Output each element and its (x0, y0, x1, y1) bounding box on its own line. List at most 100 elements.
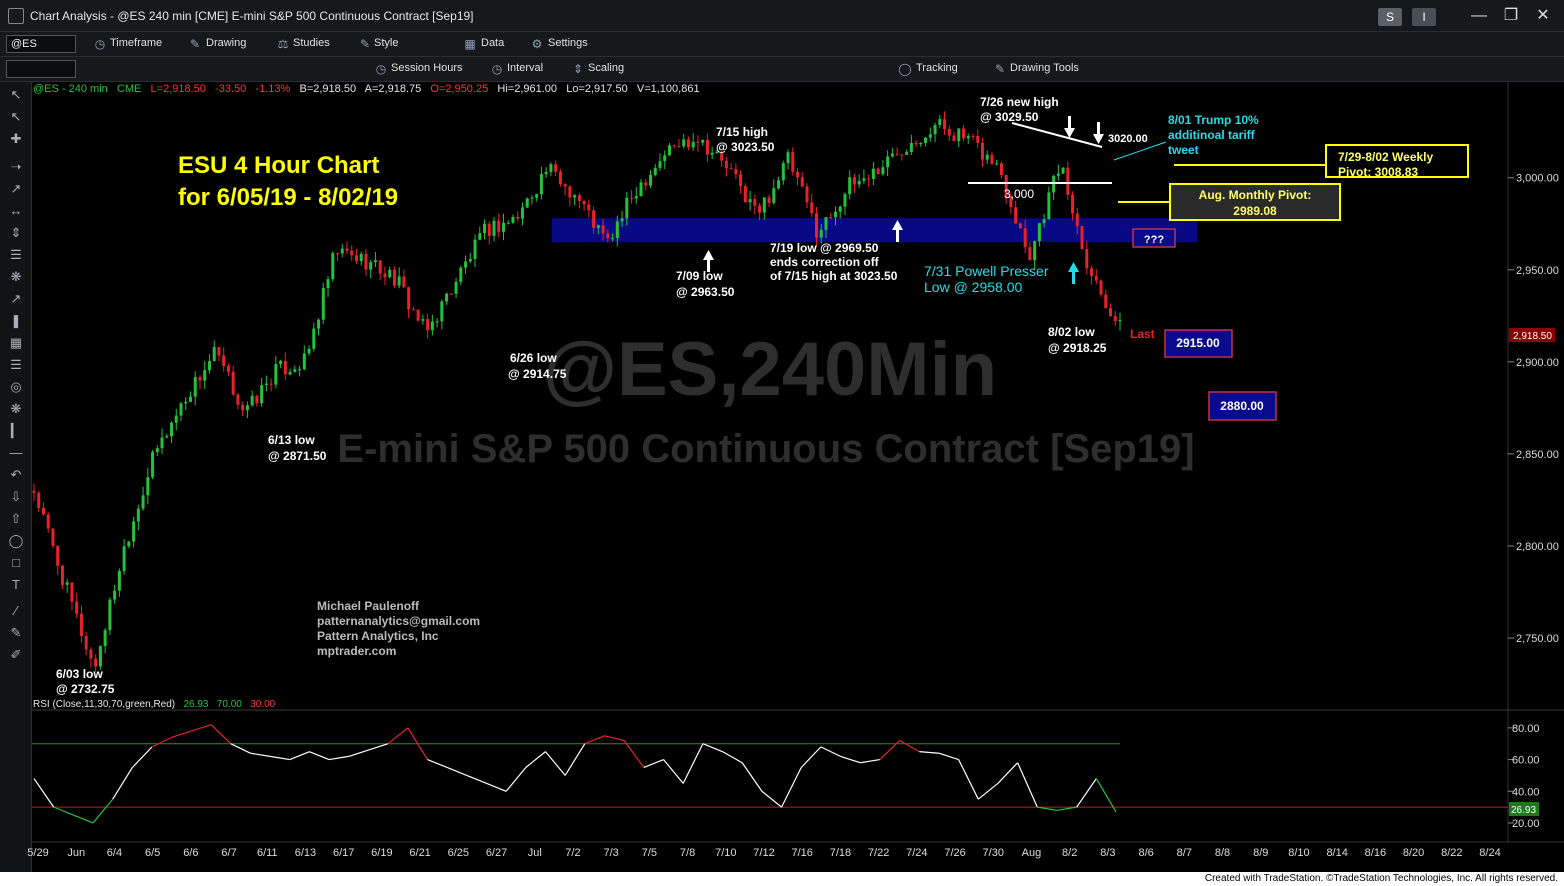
candle-body (98, 646, 102, 667)
candle-body (857, 180, 861, 185)
label-3020: 3020.00 (1108, 133, 1148, 145)
candle-body (1061, 167, 1065, 174)
price-tick-label: 2,850.00 (1516, 449, 1559, 461)
candle-body (938, 119, 942, 125)
resistance-trendline (1011, 122, 1103, 148)
rsi-segment (387, 727, 409, 745)
rsi-segment (466, 774, 487, 784)
candle-body (46, 514, 50, 529)
candle-body (1023, 228, 1027, 248)
date-axis: 5/29 Jun 6/4 6/5 6/6 6/7 6/11 6/13 6/17 6/19 6/21 6… (27, 847, 1500, 859)
price-tick-label: 2,950.00 (1516, 265, 1559, 277)
candle-body (696, 141, 700, 143)
candle-body (729, 168, 733, 170)
rsi-segment (210, 724, 232, 745)
candle-body (705, 139, 709, 155)
candle-body (1099, 280, 1103, 295)
candle-body (525, 198, 529, 208)
label-low-0719a: 7/19 low @ 2969.50 (770, 241, 879, 255)
candle-body (51, 528, 55, 546)
candle-body (260, 385, 264, 404)
candle-body (819, 229, 823, 238)
candle-body (1071, 194, 1075, 214)
candle-body (554, 164, 558, 172)
candle-body (56, 545, 60, 566)
rsi-segment (800, 746, 822, 768)
candle-body (630, 197, 634, 199)
candle-body (615, 221, 619, 239)
candle-body (373, 260, 377, 263)
label-low-0626b: @ 2914.75 (508, 367, 567, 381)
target-label-2880: 2880.00 (1220, 399, 1264, 413)
candle-body (288, 371, 292, 375)
candle-body (800, 177, 804, 187)
candle-body (876, 168, 880, 175)
weekly-pivot-b: Pivot: 3008.83 (1338, 165, 1418, 179)
candle-body (862, 178, 866, 181)
candle-body (592, 210, 596, 228)
candle-body (829, 217, 833, 219)
candle-body (188, 396, 192, 402)
rsi-segment (899, 740, 920, 753)
candle-body (454, 281, 458, 294)
date-tick-label: 6/5 (145, 847, 160, 859)
candle-body (65, 582, 69, 585)
date-tick-label: 6/7 (221, 847, 236, 859)
rsi-segment (33, 778, 55, 808)
candle-body (468, 259, 472, 262)
candle-body (905, 152, 909, 155)
candle-body (136, 508, 140, 522)
label-low-0613a: 6/13 low (268, 433, 315, 447)
candle-body (317, 319, 321, 329)
date-tick-label: 8/22 (1441, 847, 1462, 859)
candle-body (193, 377, 197, 397)
candle-body (345, 248, 349, 251)
candle-body (914, 142, 918, 145)
candle-body (449, 293, 453, 295)
date-tick-label: 7/16 (791, 847, 812, 859)
candle-body (781, 163, 785, 181)
candle-body (336, 253, 340, 255)
candle-body (426, 319, 430, 331)
candle-body (734, 169, 738, 175)
candle-body (985, 154, 989, 160)
rsi-segment (741, 762, 763, 792)
date-tick-label: 6/13 (295, 847, 316, 859)
date-tick-label: 7/10 (715, 847, 736, 859)
date-tick-label: 6/6 (183, 847, 198, 859)
candle-body (274, 364, 278, 385)
rsi-segment (368, 743, 389, 751)
candle-body (369, 262, 373, 270)
candle-body (264, 383, 268, 386)
price-chart[interactable]: @ES,240Min E-mini S&P 500 Continuous Con… (0, 0, 1564, 886)
candle-body (473, 239, 477, 260)
candle-body (113, 590, 117, 600)
date-tick-label: 8/24 (1479, 847, 1500, 859)
rsi-tick-label: 20.00 (1512, 818, 1540, 830)
candle-body (563, 184, 567, 187)
candle-body (435, 321, 439, 323)
label-low-0603a: 6/03 low (56, 667, 103, 681)
candle-body (639, 182, 643, 197)
candle-body (890, 153, 894, 157)
candle-body (649, 175, 653, 186)
label-trump-b: additinoal tariff (1168, 128, 1256, 142)
candle-body (212, 347, 216, 362)
candle-body (520, 207, 524, 219)
rsi-segment (564, 743, 586, 776)
candle-body (990, 154, 994, 165)
support-zone (552, 218, 1197, 243)
candle-body (957, 128, 961, 142)
date-tick-label: 6/21 (409, 847, 430, 859)
candle-body (207, 361, 211, 371)
candle-body (895, 153, 899, 155)
candle-body (848, 177, 852, 195)
rsi-segment (623, 740, 645, 768)
candle-body (644, 182, 648, 186)
candle-body (710, 152, 714, 155)
candle-body (217, 347, 221, 356)
candle-body (483, 223, 487, 234)
label-high-0726b: @ 3029.50 (980, 110, 1039, 124)
rsi-segment (73, 814, 94, 824)
candle-body (971, 135, 975, 137)
